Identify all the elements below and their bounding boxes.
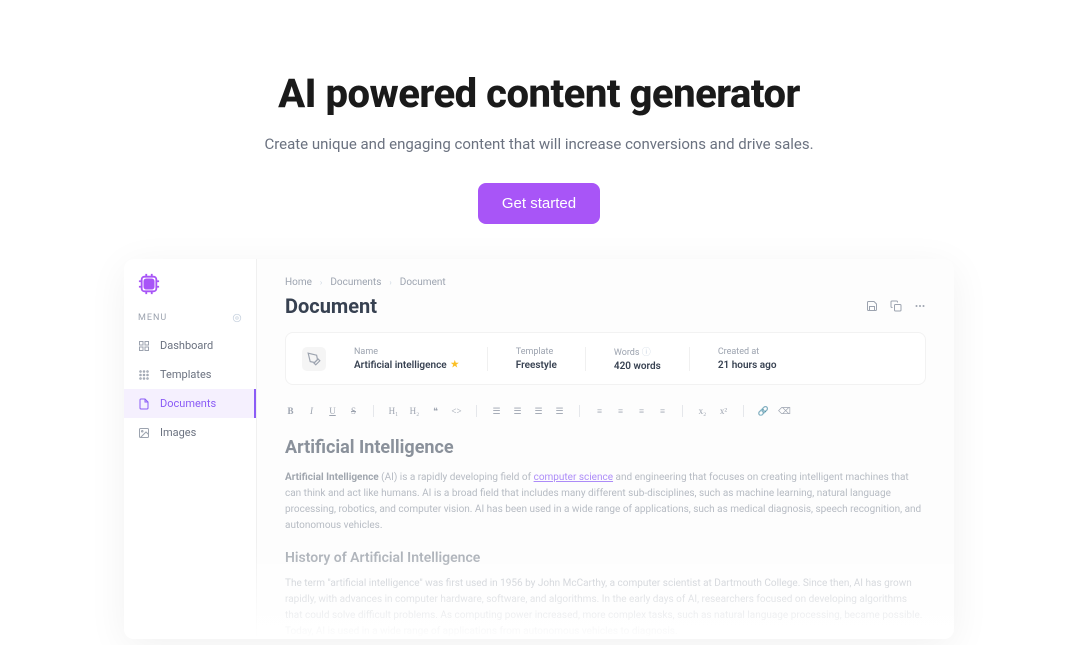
document-meta: Name Artificial intelligence★ Template F… [285, 332, 926, 385]
h1-button[interactable]: H₁ [388, 406, 399, 417]
document-body[interactable]: Artificial Intelligence Artificial Intel… [285, 437, 926, 639]
logo-icon [138, 273, 160, 295]
align-justify-button[interactable]: ≡ [657, 406, 668, 417]
sidebar-item-label: Documents [160, 397, 216, 410]
sidebar-item-label: Templates [160, 368, 211, 381]
separator [743, 405, 744, 417]
meta-value: 21 hours ago [718, 360, 777, 371]
meta-words: Words ⓘ 420 words [614, 345, 661, 372]
sidebar-item-documents[interactable]: Documents [124, 389, 256, 418]
title-actions [866, 300, 926, 312]
meta-label: Template [516, 347, 557, 357]
get-started-button[interactable]: Get started [478, 183, 600, 224]
chevron-right-icon: › [320, 278, 322, 287]
indent-button[interactable]: ☰ [533, 406, 544, 417]
sidebar-item-dashboard[interactable]: Dashboard [124, 331, 256, 360]
dashboard-icon [138, 340, 150, 352]
separator [476, 405, 477, 417]
meta-value: Freestyle [516, 360, 557, 371]
meta-label: Created at [718, 347, 777, 357]
link-button[interactable]: 🔗 [758, 406, 769, 417]
meta-created: Created at 21 hours ago [718, 347, 777, 371]
separator [682, 405, 683, 417]
italic-button[interactable]: I [306, 406, 317, 417]
menu-heading: MENU [124, 313, 256, 331]
subscript-button[interactable]: x₂ [697, 406, 708, 417]
quote-button[interactable]: ❝ [430, 406, 441, 417]
doc-subheading: History of Artificial Intelligence [285, 550, 926, 566]
align-right-button[interactable]: ≡ [636, 406, 647, 417]
strike-button[interactable]: S [348, 406, 359, 417]
breadcrumb-current: Document [400, 277, 446, 288]
bold-button[interactable]: B [285, 406, 296, 417]
list-ul-button[interactable]: ☰ [512, 406, 523, 417]
separator [579, 405, 580, 417]
sidebar-item-images[interactable]: Images [124, 418, 256, 447]
clear-button[interactable]: ⌫ [779, 406, 790, 417]
doc-link[interactable]: computer science [534, 472, 613, 483]
doc-type-icon [302, 347, 326, 371]
meta-template: Template Freestyle [516, 347, 557, 371]
align-left-button[interactable]: ≡ [594, 406, 605, 417]
underline-button[interactable]: U [327, 406, 338, 417]
more-icon[interactable] [914, 300, 926, 312]
doc-paragraph: Artificial Intelligence (AI) is a rapidl… [285, 470, 926, 534]
list-ol-button[interactable]: ☰ [491, 406, 502, 417]
align-center-button[interactable]: ≡ [615, 406, 626, 417]
separator [585, 347, 586, 371]
meta-label: Name [354, 347, 459, 357]
copy-icon[interactable] [890, 300, 902, 312]
info-icon: ⓘ [642, 348, 651, 358]
images-icon [138, 427, 150, 439]
separator [487, 347, 488, 371]
chevron-right-icon: › [389, 278, 391, 287]
h2-button[interactable]: H₂ [409, 406, 420, 417]
sidebar: MENU Dashboard Templates Documents Image… [124, 259, 257, 639]
hero-subtitle: Create unique and engaging content that … [0, 135, 1078, 153]
save-icon[interactable] [866, 300, 878, 312]
hero-section: AI powered content generator Create uniq… [0, 0, 1078, 224]
star-icon[interactable]: ★ [451, 360, 459, 370]
outdent-button[interactable]: ☰ [554, 406, 565, 417]
documents-icon [138, 398, 150, 410]
page-title: Document [285, 294, 377, 318]
superscript-button[interactable]: x² [718, 406, 729, 417]
hero-title: AI powered content generator [0, 70, 1078, 117]
code-button[interactable]: <> [451, 406, 462, 417]
settings-icon[interactable] [232, 313, 242, 323]
menu-label: MENU [138, 313, 167, 323]
meta-value: Artificial intelligence★ [354, 360, 459, 371]
sidebar-item-templates[interactable]: Templates [124, 360, 256, 389]
separator [373, 405, 374, 417]
editor-toolbar: B I U S H₁ H₂ ❝ <> ☰ ☰ ☰ ☰ ≡ ≡ ≡ ≡ x₂ x²… [285, 399, 926, 423]
breadcrumb-home[interactable]: Home [285, 277, 312, 288]
doc-heading: Artificial Intelligence [285, 437, 926, 458]
title-row: Document [285, 294, 926, 318]
meta-label: Words ⓘ [614, 345, 661, 358]
main-content: Home › Documents › Document Document Nam… [257, 259, 954, 639]
breadcrumb-documents[interactable]: Documents [330, 277, 381, 288]
meta-value: 420 words [614, 361, 661, 372]
doc-paragraph: The term "artificial intelligence" was f… [285, 576, 926, 639]
templates-icon [138, 369, 150, 381]
separator [689, 347, 690, 371]
app-preview: MENU Dashboard Templates Documents Image… [124, 259, 954, 639]
meta-name: Name Artificial intelligence★ [354, 347, 459, 371]
sidebar-item-label: Dashboard [160, 339, 213, 352]
sidebar-item-label: Images [160, 426, 196, 439]
breadcrumb: Home › Documents › Document [285, 277, 926, 288]
